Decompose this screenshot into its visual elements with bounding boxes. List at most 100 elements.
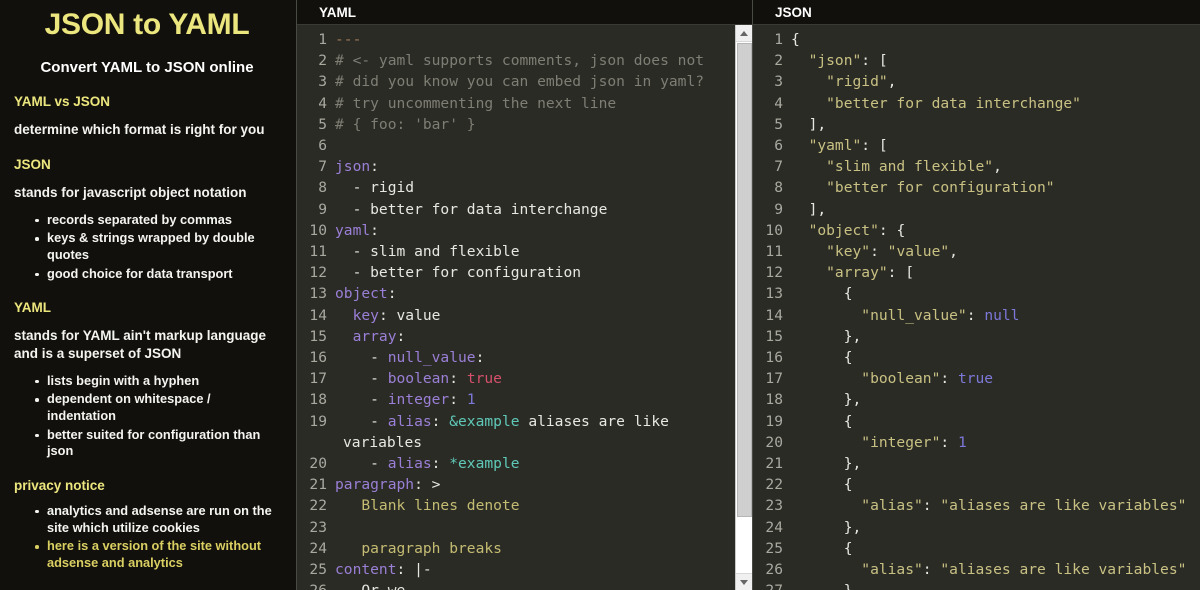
code-text: "better for data interchange" bbox=[791, 95, 1081, 112]
code-token: boolean bbox=[387, 370, 450, 388]
yaml-pane: YAML 1 --- 2 # <- yaml supports comments, j… bbox=[296, 0, 752, 590]
code-text: { bbox=[791, 31, 800, 48]
line-number: 12 bbox=[309, 264, 327, 282]
code-line: 6 bbox=[297, 135, 752, 156]
code-line: 10 "object": { bbox=[753, 220, 1200, 241]
code-line: 5 ], bbox=[753, 114, 1200, 135]
scroll-up-icon[interactable] bbox=[736, 25, 752, 42]
code-token: { bbox=[791, 476, 853, 494]
line-number: 24 bbox=[765, 518, 783, 536]
list-item: better suited for configuration than jso… bbox=[35, 427, 280, 460]
line-number: 4 bbox=[318, 94, 327, 112]
code-line: 4 "better for data interchange" bbox=[753, 93, 1200, 114]
code-text: }, bbox=[791, 391, 862, 408]
code-line: 11 - slim and flexible bbox=[297, 241, 752, 262]
code-line: 25 { bbox=[753, 538, 1200, 559]
code-line: 15 }, bbox=[753, 326, 1200, 347]
code-token: : { bbox=[878, 221, 906, 239]
code-token: - bbox=[335, 349, 388, 367]
line-number: 13 bbox=[309, 285, 327, 303]
code-line: 17 "boolean": true bbox=[753, 368, 1200, 389]
code-text: # { foo: 'bar' } bbox=[335, 116, 476, 133]
code-text: - null_value: bbox=[335, 349, 484, 366]
line-number: 10 bbox=[309, 221, 327, 239]
code-token: content bbox=[335, 561, 397, 579]
code-line: 3 "rigid", bbox=[753, 71, 1200, 92]
code-token: , bbox=[887, 73, 897, 91]
line-number: 8 bbox=[774, 179, 783, 197]
code-line: 21 }, bbox=[753, 453, 1200, 474]
code-token: "object" bbox=[791, 221, 879, 239]
code-text: "yaml": [ bbox=[791, 137, 888, 154]
line-number: 2 bbox=[774, 52, 783, 70]
code-token: - bbox=[335, 391, 388, 409]
line-number: 15 bbox=[765, 327, 783, 345]
code-token: ], bbox=[791, 200, 827, 218]
code-line: 13 object: bbox=[297, 283, 752, 304]
code-text: }, bbox=[791, 455, 862, 472]
code-line: 21 paragraph: > bbox=[297, 474, 752, 495]
code-token: { bbox=[791, 349, 853, 367]
code-token: "aliases are like variables" bbox=[940, 561, 1187, 579]
code-token: 1 bbox=[466, 391, 476, 409]
code-text: Or we bbox=[335, 582, 405, 590]
line-number: 27 bbox=[753, 580, 783, 590]
scroll-down-icon[interactable] bbox=[736, 573, 752, 590]
code-line: 24 paragraph breaks bbox=[297, 538, 752, 559]
code-token: - bbox=[335, 370, 388, 388]
code-text: "better for configuration" bbox=[791, 179, 1054, 196]
code-line: 27 } bbox=[753, 580, 1200, 590]
yaml-scrollbar[interactable] bbox=[735, 25, 752, 590]
list-item: lists begin with a hyphen bbox=[35, 373, 280, 390]
yaml-editor[interactable]: 1 --- 2 # <- yaml supports comments, json d… bbox=[297, 25, 752, 590]
code-text: "null_value": null bbox=[791, 307, 1019, 324]
line-number: 3 bbox=[318, 73, 327, 91]
line-number: 5 bbox=[774, 115, 783, 133]
sidebar-section-heading: JSON bbox=[14, 156, 51, 172]
code-text: { bbox=[791, 413, 853, 430]
code-token: json bbox=[335, 158, 371, 176]
code-text: "slim and flexible", bbox=[791, 158, 1002, 175]
list-item: keys & strings wrapped by double quotes bbox=[35, 230, 280, 263]
line-number: 11 bbox=[765, 243, 783, 261]
code-text: # try uncommenting the next line bbox=[335, 95, 616, 112]
code-token: integer bbox=[387, 391, 450, 409]
line-number: 18 bbox=[309, 391, 327, 409]
sidebar-section-heading: YAML bbox=[14, 300, 52, 316]
json-pane: JSON 1{2 "json": [3 "rigid", 4 "better fo… bbox=[752, 0, 1200, 590]
code-token: "rigid" bbox=[791, 73, 888, 91]
code-line: 18 - integer: 1 bbox=[297, 389, 752, 410]
code-line: 26 Or we bbox=[297, 580, 752, 590]
line-number: 1 bbox=[318, 31, 327, 48]
line-number: 7 bbox=[318, 158, 327, 176]
code-text: --- bbox=[335, 31, 361, 48]
code-text: - boolean: true bbox=[335, 370, 502, 387]
line-number: 18 bbox=[765, 391, 783, 409]
line-number: 11 bbox=[309, 243, 327, 261]
code-line: 24 }, bbox=[753, 517, 1200, 538]
line-number: 10 bbox=[765, 221, 783, 239]
code-line: 7 json: bbox=[297, 156, 752, 177]
yaml-code[interactable]: 1 --- 2 # <- yaml supports comments, json d… bbox=[297, 29, 752, 590]
sidebar-bullet-link[interactable]: here is a version of the site without ad… bbox=[35, 538, 280, 571]
code-token: : [ bbox=[861, 52, 888, 70]
line-number: 2 bbox=[318, 52, 327, 70]
code-text: Blank lines denote bbox=[335, 497, 519, 514]
line-number: 22 bbox=[309, 497, 327, 515]
code-line: 23 "alias": "aliases are like variables" bbox=[753, 495, 1200, 516]
code-line: 10 yaml: bbox=[297, 220, 752, 241]
code-text: key: value bbox=[335, 307, 441, 324]
yaml-scrollbar-thumb[interactable] bbox=[737, 43, 752, 517]
code-token: : bbox=[922, 561, 941, 579]
json-editor[interactable]: 1{2 "json": [3 "rigid", 4 "better for dat… bbox=[753, 25, 1200, 590]
json-pane-header: JSON bbox=[753, 0, 1200, 25]
code-token: "alias" bbox=[791, 561, 923, 579]
code-text: - better for data interchange bbox=[335, 201, 608, 218]
code-token: : bbox=[922, 497, 941, 515]
sidebar-section-paragraph: stands for javascript object notation bbox=[14, 184, 247, 200]
code-token: : bbox=[370, 221, 379, 239]
code-token: - bbox=[335, 412, 388, 430]
code-line: 4 # try uncommenting the next line bbox=[297, 93, 752, 114]
json-code[interactable]: 1{2 "json": [3 "rigid", 4 "better for dat… bbox=[753, 29, 1200, 590]
code-token: , bbox=[949, 243, 958, 261]
